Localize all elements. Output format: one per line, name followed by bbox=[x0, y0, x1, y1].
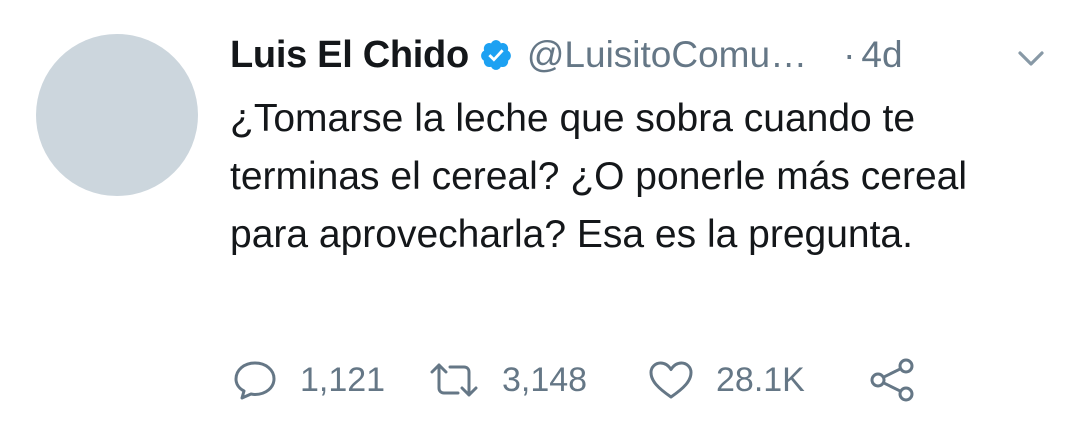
retweet-count: 3,148 bbox=[502, 360, 588, 399]
avatar[interactable] bbox=[36, 34, 198, 196]
author-handle[interactable]: @LuisitoComu… bbox=[527, 34, 807, 76]
like-button[interactable]: 28.1K bbox=[648, 359, 868, 401]
heart-icon bbox=[649, 361, 693, 399]
separator-dot: · bbox=[843, 34, 856, 75]
reply-count: 1,121 bbox=[300, 360, 386, 399]
like-count: 28.1K bbox=[716, 360, 805, 399]
chevron-down-icon[interactable] bbox=[1016, 48, 1046, 70]
tweet-actions: 1,121 3,148 28.1K bbox=[232, 352, 916, 408]
tweet-timestamp[interactable]: 4d bbox=[861, 34, 902, 76]
author-name[interactable]: Luis El Chido bbox=[230, 34, 469, 77]
share-icon bbox=[870, 358, 914, 402]
reply-button[interactable]: 1,121 bbox=[232, 359, 428, 401]
tweet-text: ¿Tomarse la leche que sobra cuando te te… bbox=[230, 97, 967, 256]
retweet-icon bbox=[430, 363, 478, 397]
verified-badge-icon bbox=[480, 40, 511, 70]
share-button[interactable] bbox=[868, 357, 916, 403]
tweet-header: Luis El Chido @LuisitoComu… · 4d bbox=[230, 30, 1050, 80]
retweet-button[interactable]: 3,148 bbox=[428, 360, 648, 400]
reply-bubble-icon bbox=[234, 361, 276, 400]
